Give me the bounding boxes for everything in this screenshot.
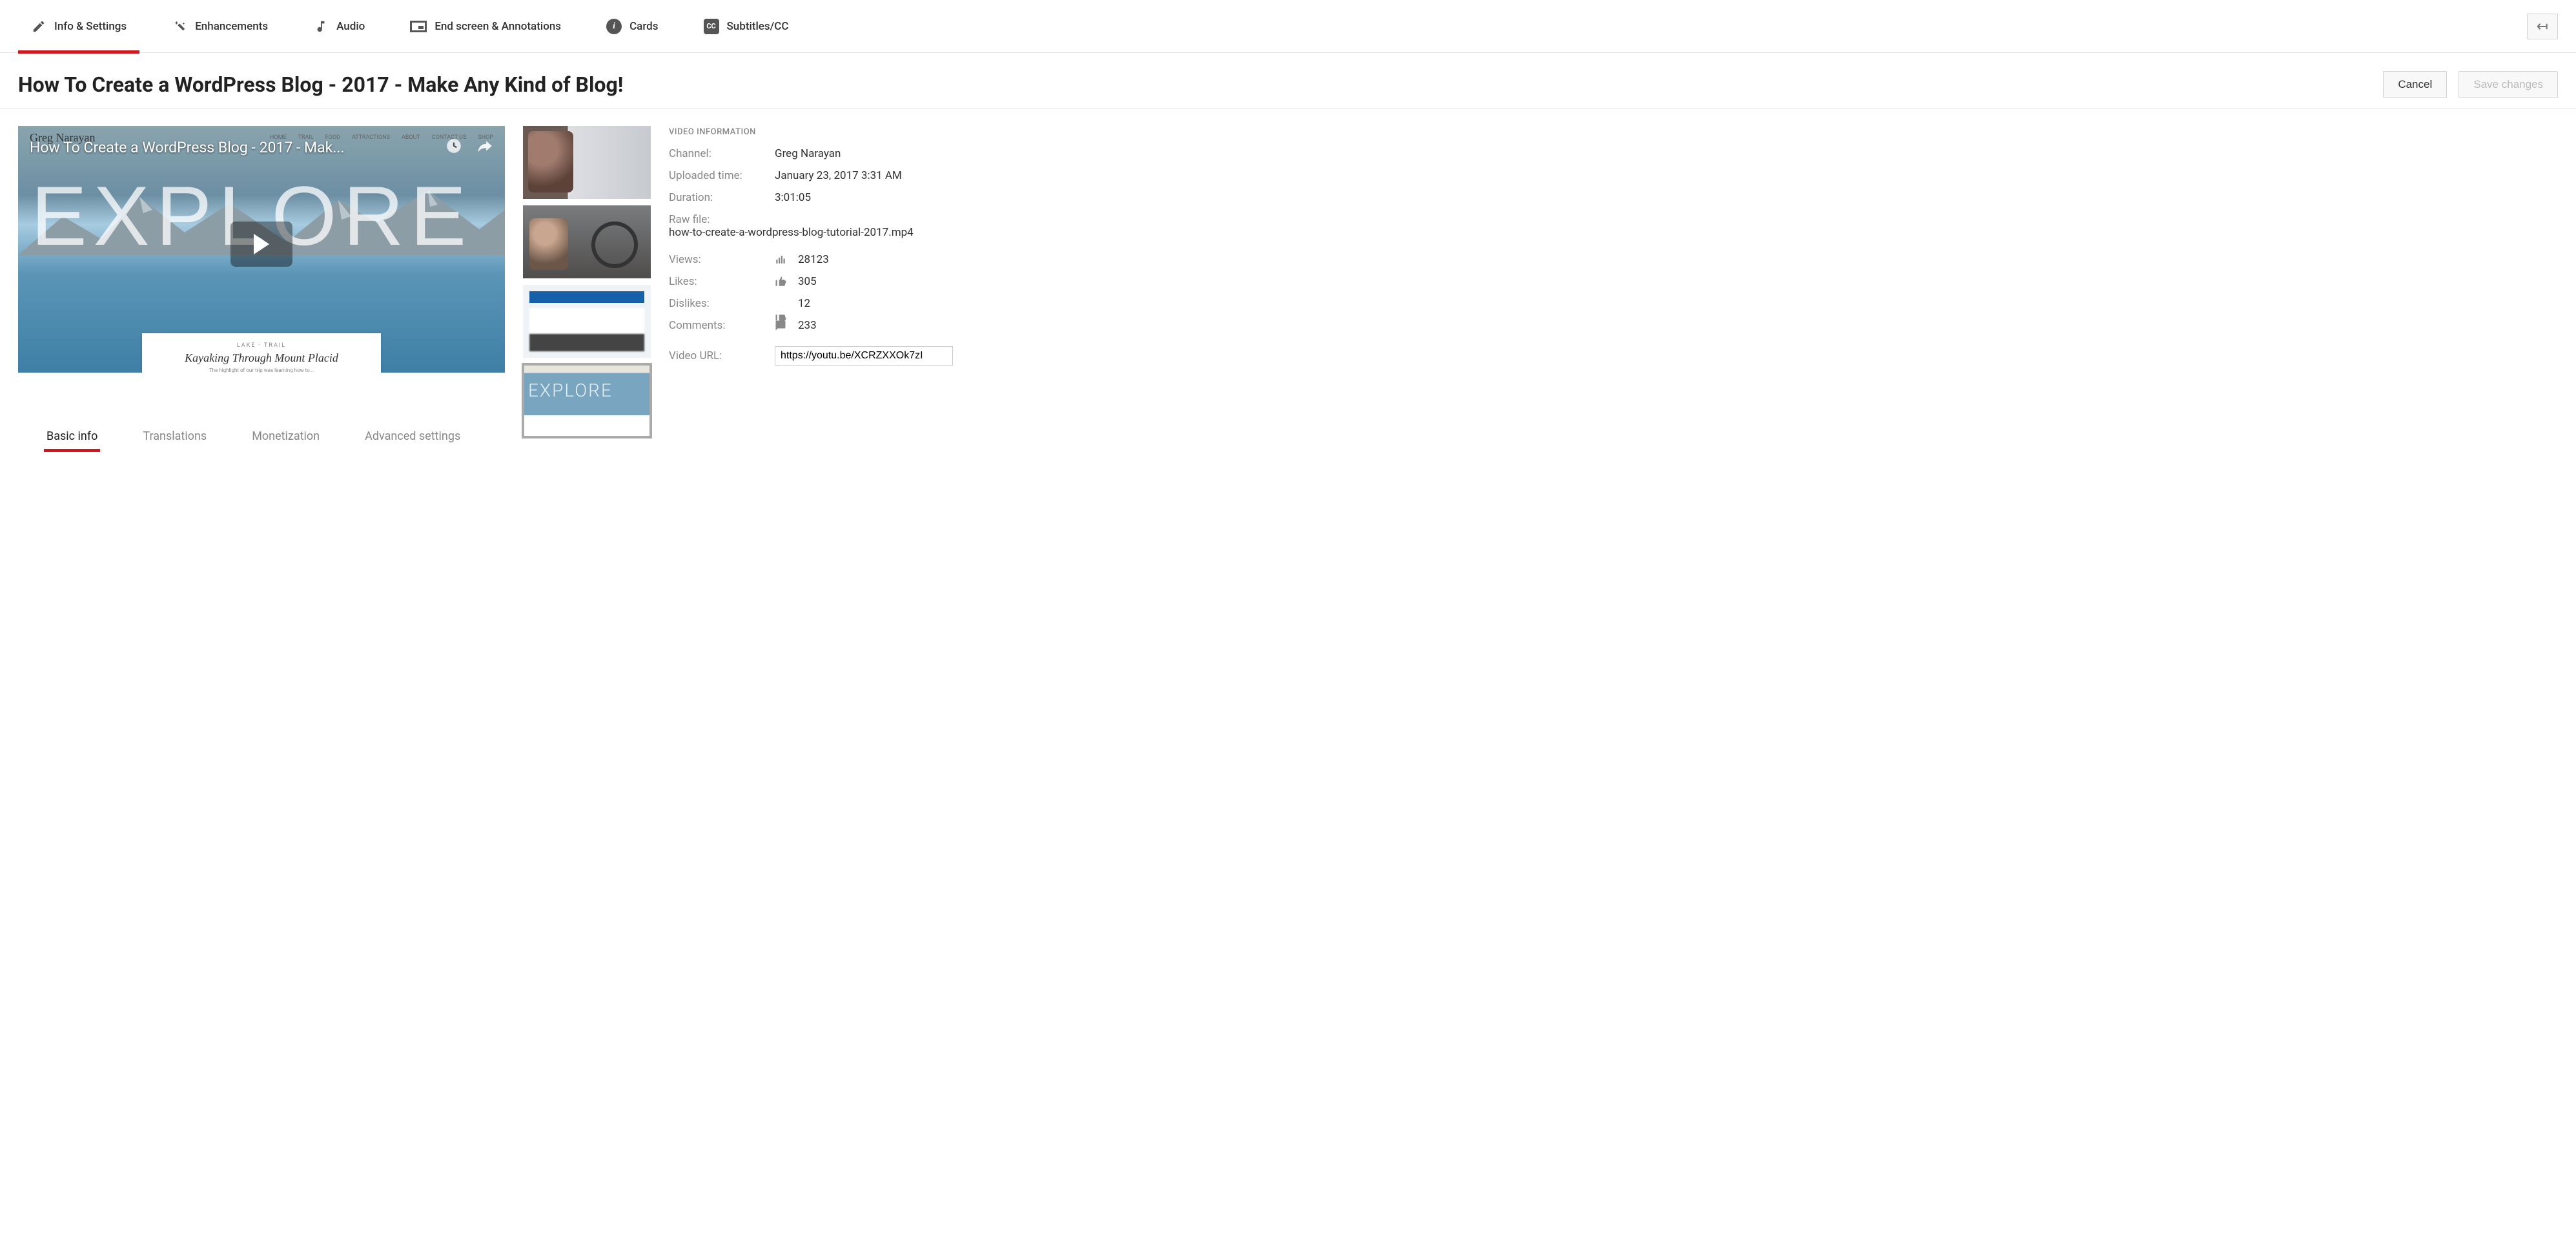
thumbnails-column: EXPLORE: [523, 126, 651, 452]
player-top-controls: [444, 136, 495, 156]
subtabs: Basic info Translations Monetization Adv…: [18, 411, 505, 452]
tab-audio[interactable]: Audio: [300, 0, 378, 53]
tab-info-settings[interactable]: Info & Settings: [18, 0, 139, 53]
end-screen-icon: [410, 21, 427, 32]
thumbnail-option[interactable]: [523, 285, 651, 358]
video-url-input[interactable]: [775, 346, 953, 366]
player-title-overlay: How To Create a WordPress Blog - 2017 - …: [30, 139, 376, 156]
views-label: Views:: [669, 253, 775, 266]
subtab-translations[interactable]: Translations: [143, 429, 207, 452]
tab-label: Cards: [629, 20, 658, 33]
music-note-icon: [313, 19, 329, 34]
editor-tabs-bar: Info & Settings Enhancements Audio End s…: [0, 0, 2576, 53]
cc-icon: CC: [704, 19, 719, 34]
tab-label: Subtitles/CC: [727, 20, 789, 33]
share-icon[interactable]: [475, 136, 495, 156]
tab-label: End screen & Annotations: [434, 20, 561, 33]
subtab-basic-info[interactable]: Basic info: [46, 429, 97, 452]
watch-later-icon[interactable]: [444, 136, 464, 156]
comments-label: Comments:: [669, 319, 775, 332]
dislikes-value: 12: [798, 297, 810, 310]
content-area: Greg Narayan HOME TRAIL FOOD ATTRACTIONS…: [0, 109, 2576, 452]
video-information-heading: VIDEO INFORMATION: [669, 127, 2558, 137]
raw-file-value: how-to-create-a-wordpress-blog-tutorial-…: [669, 226, 2558, 239]
comments-value: 233: [798, 319, 817, 332]
thumbnail-option[interactable]: [523, 205, 651, 278]
video-information-panel: VIDEO INFORMATION Channel: Greg Narayan …: [669, 126, 2558, 452]
play-button-icon[interactable]: [230, 222, 292, 267]
views-icon: [775, 254, 798, 265]
raw-file-label: Raw file:: [669, 213, 710, 226]
views-value: 28123: [798, 253, 829, 266]
tab-cards[interactable]: i Cards: [593, 0, 671, 53]
video-url-label: Video URL:: [669, 349, 775, 362]
duration-value: 3:01:05: [775, 191, 811, 204]
uploaded-time-value: January 23, 2017 3:31 AM: [775, 169, 902, 182]
wand-icon: [172, 19, 187, 34]
duration-label: Duration:: [669, 191, 775, 204]
pencil-icon: [31, 19, 46, 34]
thumbs-down-icon: [775, 298, 798, 309]
tab-label: Enhancements: [195, 20, 268, 33]
likes-label: Likes:: [669, 275, 775, 288]
save-changes-button[interactable]: Save changes: [2458, 71, 2558, 98]
thumbnail-option[interactable]: [523, 126, 651, 199]
tab-enhancements[interactable]: Enhancements: [159, 0, 281, 53]
channel-label: Channel:: [669, 147, 775, 160]
player-caption-card: LAKE · TRAIL Kayaking Through Mount Plac…: [142, 333, 381, 373]
tab-label: Audio: [336, 20, 365, 33]
tab-subtitles[interactable]: CC Subtitles/CC: [691, 0, 802, 53]
likes-value: 305: [798, 275, 817, 288]
dislikes-label: Dislikes:: [669, 297, 775, 310]
info-circle-icon: i: [606, 19, 622, 34]
subtab-advanced-settings[interactable]: Advanced settings: [365, 429, 460, 452]
thumbs-up-icon: [775, 276, 798, 287]
player-column: Greg Narayan HOME TRAIL FOOD ATTRACTIONS…: [18, 126, 505, 452]
video-player[interactable]: Greg Narayan HOME TRAIL FOOD ATTRACTIONS…: [18, 126, 505, 373]
subtab-monetization[interactable]: Monetization: [252, 429, 320, 452]
tab-end-screen[interactable]: End screen & Annotations: [397, 0, 574, 53]
tab-label: Info & Settings: [54, 20, 127, 33]
thumbnail-option-selected[interactable]: EXPLORE: [523, 364, 651, 437]
uploaded-time-label: Uploaded time:: [669, 169, 775, 182]
back-button[interactable]: [2527, 14, 2558, 39]
channel-value: Greg Narayan: [775, 147, 841, 160]
title-row: How To Create a WordPress Blog - 2017 - …: [0, 53, 2576, 109]
cancel-button[interactable]: Cancel: [2383, 71, 2447, 98]
video-title: How To Create a WordPress Blog - 2017 - …: [18, 72, 2371, 97]
